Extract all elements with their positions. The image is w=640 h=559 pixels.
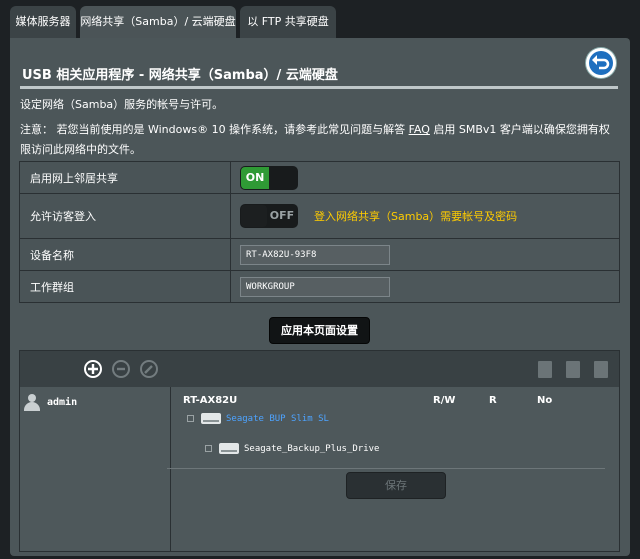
share-manager: admin RT-AX82U R/W R No Seagate BUP Slim… (19, 350, 620, 552)
row-workgroup: 工作群组 WORKGROUP (19, 271, 620, 303)
rw-header: R/W (433, 395, 456, 406)
row-guest-login: 允许访客登入 OFF 登入网络共享（Samba）需要帐号及密码 (19, 194, 620, 239)
user-list: admin (20, 387, 171, 551)
save-button[interactable]: 保存 (346, 472, 446, 499)
edit-folder-icon[interactable] (594, 361, 608, 378)
user-name: admin (47, 396, 78, 408)
no-header: No (537, 395, 553, 406)
main-panel: USB 相关应用程序 - 网络共享（Samba）/ 云端硬盘 设定网络（Samb… (10, 38, 630, 556)
folder-icon (219, 443, 239, 454)
page-title: USB 相关应用程序 - 网络共享（Samba）/ 云端硬盘 (22, 68, 338, 83)
toggle-off-label: OFF (269, 209, 295, 222)
row-device-name: 设备名称 RT-AX82U-93F8 (19, 239, 620, 271)
settings-table: 启用网上邻居共享 ON 允许访客登入 OFF 登入网络共享（Samba）需要帐号… (19, 161, 620, 303)
faq-link[interactable]: FAQ (409, 123, 430, 136)
guest-login-hint: 登入网络共享（Samba）需要帐号及密码 (314, 210, 518, 223)
tab-media-server[interactable]: 媒体服务器 (10, 6, 76, 38)
remove-user-icon[interactable] (112, 360, 130, 378)
windows-note: 注意： 若您当前使用的是 Windows® 10 操作系统，请参考此常见问题与解… (20, 120, 620, 160)
device-header: RT-AX82U (183, 395, 238, 406)
permission-panel: RT-AX82U R/W R No Seagate BUP Slim SL Se… (171, 387, 619, 551)
disk-expander-icon[interactable] (187, 415, 194, 422)
guest-login-toggle[interactable]: OFF (240, 204, 298, 228)
back-button[interactable] (586, 48, 616, 78)
share-toolbar (20, 351, 619, 387)
note-prefix: 注意： 若您当前使用的是 Windows® 10 操作系统，请参考此常见问题与解… (20, 123, 409, 136)
add-folder-icon[interactable] (538, 361, 552, 378)
add-user-icon[interactable] (84, 360, 102, 378)
apply-settings-button[interactable]: 应用本页面设置 (269, 317, 370, 344)
guest-login-label: 允许访客登入 (20, 194, 231, 238)
page-description: 设定网络（Samba）服务的帐号与许可。 (20, 98, 224, 111)
folder-name: Seagate_Backup_Plus_Drive (244, 443, 380, 454)
share-divider (167, 468, 605, 469)
user-icon (23, 393, 41, 411)
title-divider (20, 86, 618, 89)
toggle-on-label: ON (241, 166, 269, 189)
network-neighborhood-label: 启用网上邻居共享 (20, 162, 231, 193)
workgroup-label: 工作群组 (20, 271, 231, 302)
folder-expander-icon[interactable] (205, 445, 212, 452)
delete-folder-icon[interactable] (566, 361, 580, 378)
row-network-neighborhood: 启用网上邻居共享 ON (19, 161, 620, 194)
folder-item[interactable]: Seagate_Backup_Plus_Drive (205, 443, 379, 454)
back-arrow-icon (589, 51, 613, 75)
disk-name: Seagate BUP Slim SL (226, 413, 329, 424)
edit-user-icon[interactable] (140, 360, 158, 378)
disk-icon (201, 413, 221, 424)
tab-ftp[interactable]: 以 FTP 共享硬盘 (240, 6, 336, 38)
tab-samba[interactable]: 网络共享（Samba）/ 云端硬盘 (80, 6, 236, 38)
user-item-admin[interactable]: admin (23, 393, 77, 411)
device-name-input[interactable]: RT-AX82U-93F8 (240, 244, 390, 265)
disk-item[interactable]: Seagate BUP Slim SL (187, 413, 329, 424)
device-name-label: 设备名称 (20, 239, 231, 270)
workgroup-input[interactable]: WORKGROUP (240, 276, 390, 297)
network-neighborhood-toggle[interactable]: ON (240, 165, 298, 190)
r-header: R (489, 395, 497, 406)
